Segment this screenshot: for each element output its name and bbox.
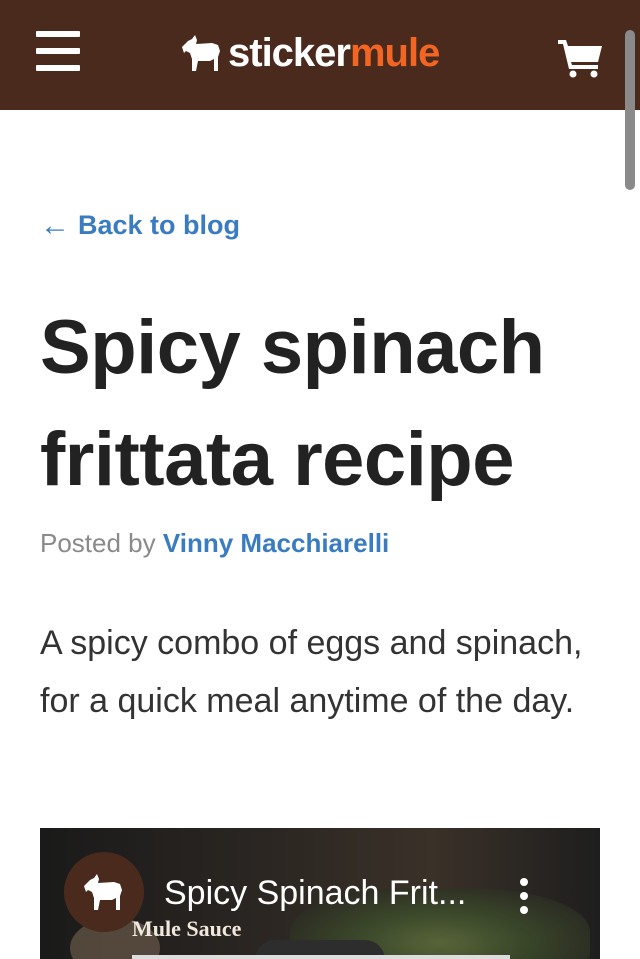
top-navigation-bar: sticker mule (0, 0, 640, 110)
logo-word-sticker: sticker (228, 31, 351, 75)
post-title: Spicy spinach frittata recipe (40, 305, 545, 502)
posted-by-label: Posted by (40, 528, 156, 558)
scrollbar[interactable] (625, 30, 635, 190)
author-link[interactable]: Vinny Macchiarelli (163, 528, 389, 558)
stickermule-logo[interactable]: sticker mule (180, 30, 440, 76)
video-title[interactable]: Spicy Spinach Frit... (164, 874, 466, 913)
logo-word-mule: mule (349, 31, 440, 75)
mule-logo-icon (182, 35, 220, 71)
video-embed[interactable]: Spicy Spinach Frit... Mule Sauce (40, 828, 600, 959)
video-progress-bar (132, 955, 510, 959)
menu-icon[interactable] (36, 31, 82, 73)
back-to-blog-label: Back to blog (78, 210, 241, 240)
mule-logo-icon (84, 874, 122, 910)
post-byline: Posted by Vinny Macchiarelli (40, 528, 389, 559)
more-options-icon[interactable] (520, 878, 530, 914)
channel-caption: Mule Sauce (132, 916, 242, 941)
back-to-blog-link[interactable]: ← Back to blog (40, 210, 240, 241)
cart-icon[interactable] (556, 38, 604, 78)
post-intro: A spicy combo of eggs and spinach, for a… (40, 624, 583, 720)
arrow-left-icon: ← (40, 208, 70, 242)
